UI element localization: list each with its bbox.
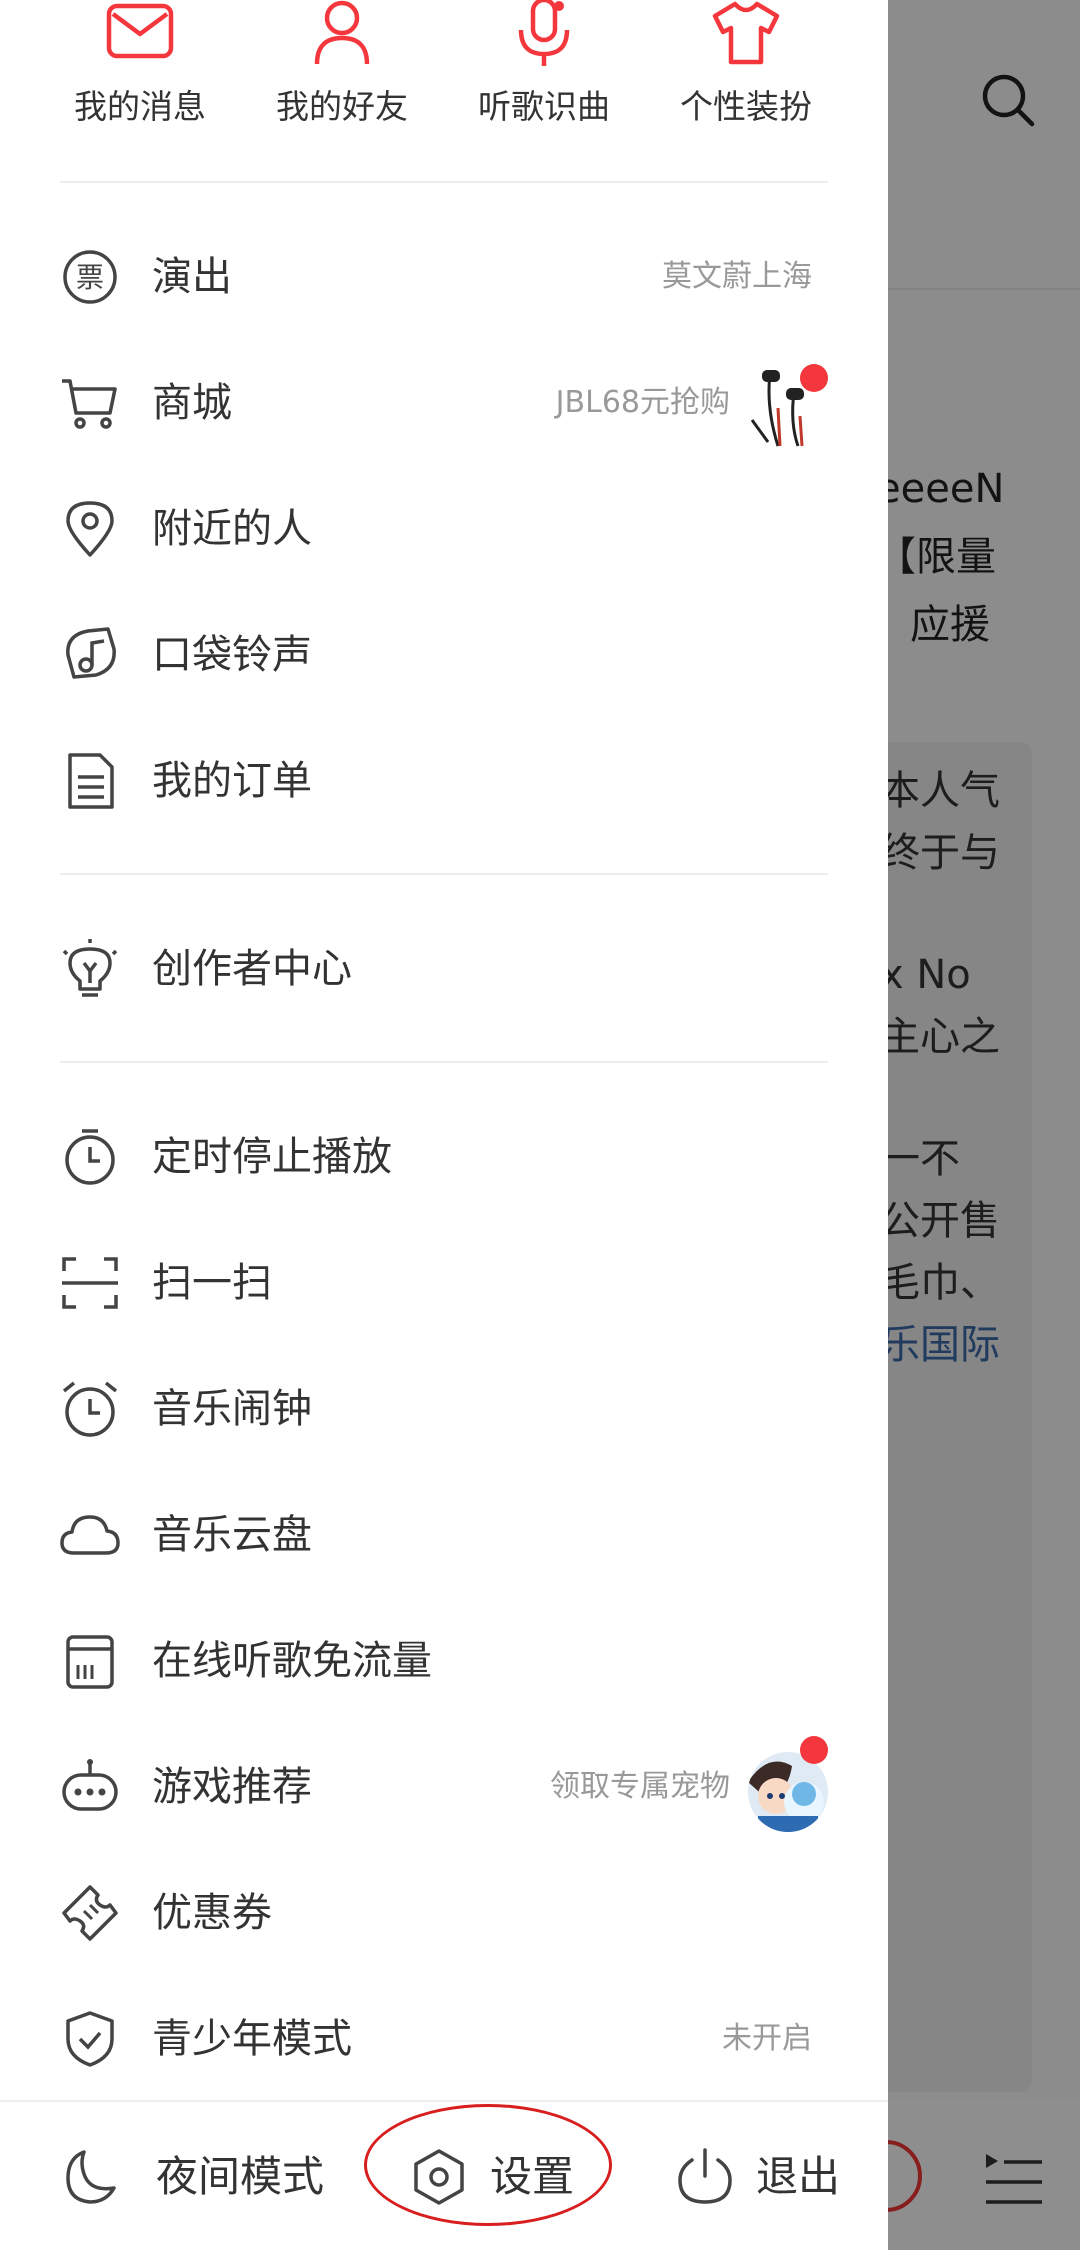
notification-dot: [800, 364, 828, 392]
menu-subtext: 领取专属宠物: [550, 1769, 730, 1804]
quick-label: 我的好友: [276, 87, 408, 126]
quick-label: 听歌识曲: [478, 87, 610, 126]
menu-label: 在线听歌免流量: [152, 1638, 432, 1684]
quick-label: 我的消息: [74, 87, 206, 126]
menu-item-mall[interactable]: 商城 JBL68元抢购: [0, 340, 888, 466]
menu-item-my-orders[interactable]: 我的订单: [0, 718, 888, 844]
microphone-icon: [518, 0, 570, 66]
settings-highlight-ring: [364, 2104, 612, 2226]
quick-my-messages[interactable]: 我的消息: [40, 0, 240, 128]
menu-item-shows[interactable]: 票 演出 莫文蔚上海: [0, 214, 888, 340]
notification-dot: [800, 1736, 828, 1764]
menu-item-free-data[interactable]: 在线听歌免流量: [0, 1598, 888, 1724]
coupon-icon: [60, 1883, 120, 1943]
menu-label: 创作者中心: [152, 946, 352, 992]
lightbulb-icon: [60, 939, 120, 999]
menu-label: 音乐闹钟: [152, 1386, 312, 1432]
game-avatar-thumbnail: [748, 1752, 828, 1832]
menu-subtext: 未开启: [722, 2021, 812, 2056]
night-mode-label: 夜间模式: [156, 2152, 325, 2201]
drawer-scrim[interactable]: [888, 0, 1080, 2250]
menu-label: 定时停止播放: [152, 1134, 392, 1180]
section-divider: [60, 873, 828, 875]
menu-subtext: 莫文蔚上海: [662, 259, 812, 294]
menu-label: 游戏推荐: [152, 1764, 312, 1810]
menu-item-game-recommend[interactable]: 游戏推荐 领取专属宠物: [0, 1724, 888, 1850]
tshirt-icon: [712, 1, 780, 65]
menu-item-coupons[interactable]: 优惠券: [0, 1850, 888, 1976]
menu-label: 扫一扫: [152, 1260, 272, 1306]
quick-actions: 我的消息 我的好友 听歌识曲 个性装扮: [0, 0, 888, 150]
logout-label: 退出: [756, 2152, 841, 2201]
svg-text:票: 票: [76, 261, 104, 294]
menu-item-creator-center[interactable]: 创作者中心: [0, 906, 888, 1032]
ticket-icon: 票: [60, 247, 120, 307]
menu-label: 青少年模式: [152, 2016, 352, 2062]
shield-check-icon: [60, 2009, 120, 2069]
menu-item-music-alarm[interactable]: 音乐闹钟: [0, 1346, 888, 1472]
timer-icon: [60, 1127, 120, 1187]
logout-button[interactable]: 退出: [660, 2102, 888, 2252]
quick-my-friends[interactable]: 我的好友: [242, 0, 442, 128]
alarm-clock-icon: [60, 1379, 120, 1439]
menu-item-scan[interactable]: 扫一扫: [0, 1220, 888, 1346]
section-divider: [60, 181, 828, 183]
menu-label: 我的订单: [152, 758, 312, 804]
quick-personal-theme[interactable]: 个性装扮: [646, 0, 846, 128]
menu-label: 附近的人: [152, 506, 312, 552]
menu-label: 优惠券: [152, 1890, 272, 1936]
menu-item-pocket-ringtone[interactable]: 口袋铃声: [0, 592, 888, 718]
side-drawer: 我的消息 我的好友 听歌识曲 个性装扮 票 演出 莫文蔚上海 商城 JBL68元…: [0, 0, 888, 2252]
ringtone-icon: [60, 625, 120, 685]
menu-item-music-cloud[interactable]: 音乐云盘: [0, 1472, 888, 1598]
order-document-icon: [60, 751, 120, 811]
location-pin-icon: [60, 499, 120, 559]
sim-card-icon: [60, 1631, 120, 1691]
section-divider: [60, 1061, 828, 1063]
gamepad-icon: [60, 1757, 120, 1817]
menu-item-nearby-people[interactable]: 附近的人: [0, 466, 888, 592]
menu-label: 音乐云盘: [152, 1512, 312, 1558]
power-icon: [676, 2148, 734, 2206]
menu-item-sleep-timer[interactable]: 定时停止播放: [0, 1094, 888, 1220]
mail-icon: [106, 3, 174, 59]
cart-icon: [60, 373, 120, 433]
menu-label: 演出: [152, 254, 232, 300]
menu-label: 口袋铃声: [152, 632, 312, 678]
menu-item-youth-mode[interactable]: 青少年模式 未开启: [0, 1976, 888, 2102]
cloud-icon: [60, 1505, 120, 1565]
night-mode-button[interactable]: 夜间模式: [0, 2102, 340, 2252]
menu-label: 商城: [152, 380, 232, 426]
person-icon: [314, 0, 370, 65]
menu-subtext: JBL68元抢购: [555, 385, 730, 420]
moon-icon: [60, 2148, 118, 2206]
scan-icon: [60, 1253, 120, 1313]
quick-label: 个性装扮: [680, 87, 812, 126]
quick-song-recognition[interactable]: 听歌识曲: [444, 0, 644, 128]
